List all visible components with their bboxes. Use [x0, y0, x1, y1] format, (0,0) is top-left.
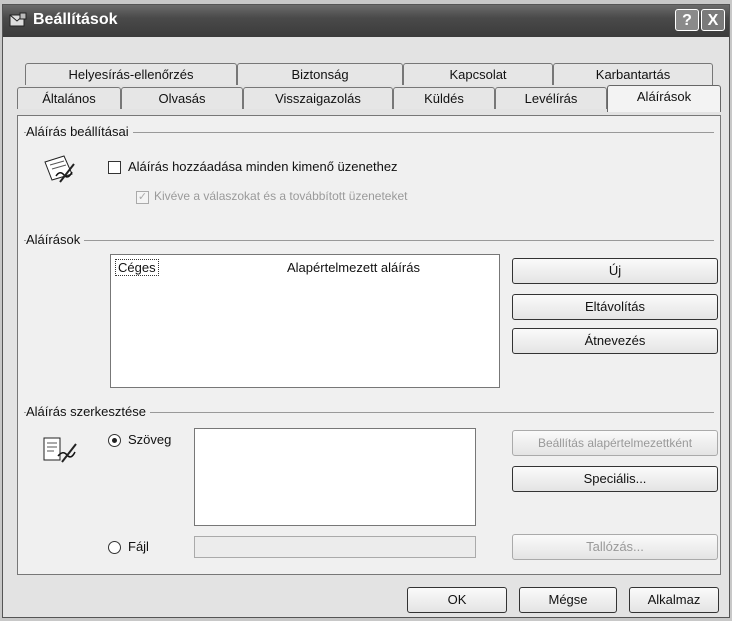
text-radio[interactable] — [108, 434, 121, 447]
signature-name[interactable]: Céges — [115, 259, 159, 276]
file-radio[interactable] — [108, 541, 121, 554]
file-radio-label: Fájl — [128, 539, 149, 554]
advanced-button[interactable]: Speciális... — [512, 466, 718, 492]
set-default-button[interactable]: Beállítás alapértelmezettként — [512, 430, 718, 456]
tab-label: Visszaigazolás — [275, 91, 361, 106]
tab-compose[interactable]: Levélírás — [495, 87, 607, 109]
file-path-input[interactable] — [194, 536, 476, 558]
tab-general[interactable]: Általános — [17, 87, 121, 109]
group-divider — [24, 240, 714, 241]
signature-default-note: Alapértelmezett aláírás — [287, 260, 420, 275]
tab-signatures[interactable]: Aláírások — [607, 85, 721, 112]
tab-label: Küldés — [424, 91, 464, 106]
tab-security[interactable]: Biztonság — [237, 63, 403, 85]
options-dialog: Beállítások ? X Helyesírás-ellenőrzés Bi… — [2, 4, 730, 618]
close-button[interactable]: X — [701, 9, 725, 31]
cancel-button[interactable]: Mégse — [519, 587, 617, 613]
tab-receipts[interactable]: Visszaigazolás — [243, 87, 393, 109]
add-signature-label: Aláírás hozzáadása minden kimenő üzeneth… — [128, 159, 398, 174]
signatures-group-title: Aláírások — [26, 232, 85, 247]
signatures-panel: Aláírás beállításai Aláírás hozzáadása m… — [17, 115, 721, 575]
tab-send[interactable]: Küldés — [393, 87, 495, 109]
remove-signature-button[interactable]: Eltávolítás — [512, 294, 718, 320]
browse-button[interactable]: Tallózás... — [512, 534, 718, 560]
add-signature-checkbox[interactable] — [108, 161, 121, 174]
settings-group-title: Aláírás beállításai — [26, 124, 133, 139]
tab-label: Aláírások — [636, 89, 692, 104]
title-bar: Beállítások ? X — [3, 5, 729, 37]
tab-maintenance[interactable]: Karbantartás — [553, 63, 713, 85]
help-button[interactable]: ? — [675, 9, 699, 31]
tab-label: Helyesírás-ellenőrzés — [68, 67, 194, 82]
ok-button[interactable]: OK — [407, 587, 507, 613]
tab-connection[interactable]: Kapcsolat — [403, 63, 553, 85]
tab-label: Biztonság — [291, 67, 349, 82]
text-radio-label: Szöveg — [128, 432, 172, 447]
tab-label: Levélírás — [524, 91, 578, 106]
tab-label: Általános — [42, 91, 96, 106]
tab-label: Kapcsolat — [449, 67, 507, 82]
edit-signature-icon — [43, 437, 77, 463]
edit-group-title: Aláírás szerkesztése — [26, 404, 150, 419]
signature-text-area[interactable] — [194, 428, 476, 526]
tab-reading[interactable]: Olvasás — [121, 87, 243, 109]
tab-label: Karbantartás — [595, 67, 671, 82]
signatures-list[interactable]: Céges Alapértelmezett aláírás — [110, 254, 500, 388]
tab-spelling[interactable]: Helyesírás-ellenőrzés — [25, 63, 237, 85]
app-icon — [9, 12, 27, 27]
except-replies-label: Kivéve a válaszokat és a továbbított üze… — [154, 189, 408, 203]
window-title: Beállítások — [33, 11, 118, 28]
new-signature-button[interactable]: Új — [512, 258, 718, 284]
tab-label: Olvasás — [158, 91, 206, 106]
apply-button[interactable]: Alkalmaz — [629, 587, 719, 613]
rename-signature-button[interactable]: Átnevezés — [512, 328, 718, 354]
signature-pen-icon — [44, 155, 75, 183]
except-replies-checkbox[interactable]: ✓ — [136, 191, 149, 204]
